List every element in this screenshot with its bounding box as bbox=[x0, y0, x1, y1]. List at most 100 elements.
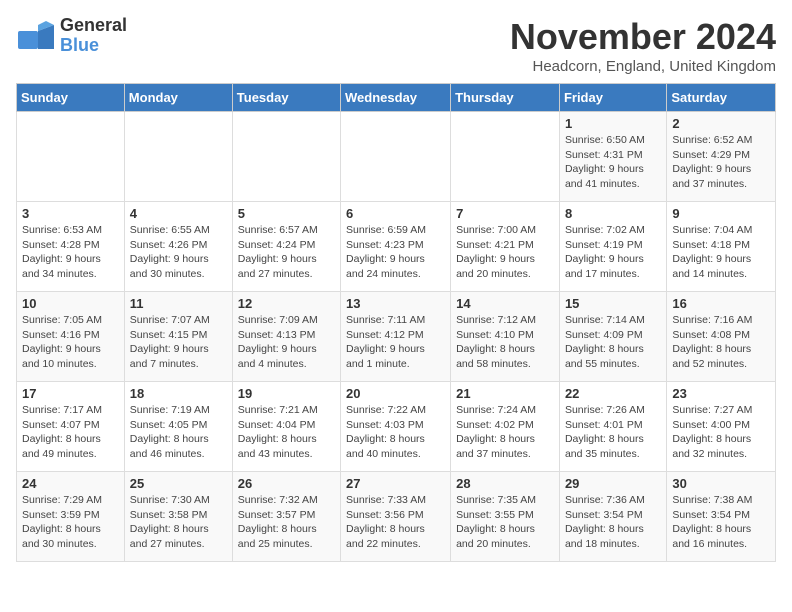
calendar-cell: 3 Sunrise: 6:53 AM Sunset: 4:28 PM Daylig… bbox=[17, 202, 125, 292]
day-info: Sunrise: 7:30 AM Sunset: 3:58 PM Dayligh… bbox=[130, 493, 227, 552]
day-number: 7 bbox=[456, 206, 554, 221]
page-header: General Blue November 2024 Headcorn, Eng… bbox=[16, 16, 776, 75]
day-number: 11 bbox=[130, 296, 227, 311]
calendar-cell: 4Sunrise: 6:55 AM Sunset: 4:26 PM Daylig… bbox=[124, 202, 232, 292]
day-info: Sunrise: 7:35 AM Sunset: 3:55 PM Dayligh… bbox=[456, 493, 554, 552]
weekday-header-friday: Friday bbox=[559, 84, 666, 112]
day-number: 15 bbox=[565, 296, 661, 311]
calendar-cell: 12 Sunrise: 7:09 AM Sunset: 4:13 PM Dayli… bbox=[232, 292, 340, 382]
day-number: 26 bbox=[238, 476, 335, 491]
day-number: 4 bbox=[130, 206, 227, 221]
day-info: Sunrise: 7:32 AM Sunset: 3:57 PM Dayligh… bbox=[238, 493, 335, 552]
calendar-cell: 13 Sunrise: 7:11 AM Sunset: 4:12 PM Dayli… bbox=[341, 292, 451, 382]
day-number: 3 bbox=[22, 206, 119, 221]
day-number: 20 bbox=[346, 386, 445, 401]
weekday-header-saturday: Saturday bbox=[667, 84, 776, 112]
logo-blue: Blue bbox=[60, 36, 127, 56]
day-info: Sunrise: 7:05 AM Sunset: 4:16 PM Dayligh… bbox=[22, 313, 119, 372]
calendar-cell: 27Sunrise: 7:33 AM Sunset: 3:56 PM Dayli… bbox=[341, 472, 451, 562]
day-info: Sunrise: 7:12 AM Sunset: 4:10 PM Dayligh… bbox=[456, 313, 554, 372]
calendar-cell: 16 Sunrise: 7:16 AM Sunset: 4:08 PM Dayli… bbox=[667, 292, 776, 382]
calendar-cell: 19Sunrise: 7:21 AM Sunset: 4:04 PM Dayli… bbox=[232, 382, 340, 472]
day-number: 2 bbox=[672, 116, 770, 131]
calendar-cell bbox=[451, 112, 560, 202]
calendar-cell: 11 Sunrise: 7:07 AM Sunset: 4:15 PM Dayli… bbox=[124, 292, 232, 382]
day-info: Sunrise: 6:59 AM Sunset: 4:23 PM Dayligh… bbox=[346, 223, 445, 282]
day-info: Sunrise: 7:38 AM Sunset: 3:54 PM Dayligh… bbox=[672, 493, 770, 552]
calendar-cell: 15 Sunrise: 7:14 AM Sunset: 4:09 PM Dayli… bbox=[559, 292, 666, 382]
calendar-header-row: SundayMondayTuesdayWednesdayThursdayFrid… bbox=[17, 84, 776, 112]
calendar-cell bbox=[341, 112, 451, 202]
day-number: 18 bbox=[130, 386, 227, 401]
weekday-header-monday: Monday bbox=[124, 84, 232, 112]
day-number: 24 bbox=[22, 476, 119, 491]
day-number: 16 bbox=[672, 296, 770, 311]
calendar-cell: 24 Sunrise: 7:29 AM Sunset: 3:59 PM Dayli… bbox=[17, 472, 125, 562]
title-area: November 2024 Headcorn, England, United … bbox=[510, 16, 776, 75]
weekday-header-thursday: Thursday bbox=[451, 84, 560, 112]
calendar-cell: 28Sunrise: 7:35 AM Sunset: 3:55 PM Dayli… bbox=[451, 472, 560, 562]
calendar-cell: 9 Sunrise: 7:04 AM Sunset: 4:18 PM Daylig… bbox=[667, 202, 776, 292]
calendar-cell: 18 Sunrise: 7:19 AM Sunset: 4:05 PM Dayli… bbox=[124, 382, 232, 472]
day-info: Sunrise: 7:22 AM Sunset: 4:03 PM Dayligh… bbox=[346, 403, 445, 462]
calendar-cell bbox=[232, 112, 340, 202]
day-info: Sunrise: 6:52 AM Sunset: 4:29 PM Dayligh… bbox=[672, 133, 770, 192]
calendar-cell: 30 Sunrise: 7:38 AM Sunset: 3:54 PM Dayli… bbox=[667, 472, 776, 562]
day-info: Sunrise: 6:53 AM Sunset: 4:28 PM Dayligh… bbox=[22, 223, 119, 282]
calendar-cell: 20 Sunrise: 7:22 AM Sunset: 4:03 PM Dayli… bbox=[341, 382, 451, 472]
weekday-header-sunday: Sunday bbox=[17, 84, 125, 112]
calendar-table: SundayMondayTuesdayWednesdayThursdayFrid… bbox=[16, 83, 776, 562]
day-info: Sunrise: 7:14 AM Sunset: 4:09 PM Dayligh… bbox=[565, 313, 661, 372]
day-info: Sunrise: 7:07 AM Sunset: 4:15 PM Dayligh… bbox=[130, 313, 227, 372]
day-info: Sunrise: 6:57 AM Sunset: 4:24 PM Dayligh… bbox=[238, 223, 335, 282]
day-number: 12 bbox=[238, 296, 335, 311]
calendar-cell: 1 Sunrise: 6:50 AM Sunset: 4:31 PM Daylig… bbox=[559, 112, 666, 202]
calendar-cell: 29 Sunrise: 7:36 AM Sunset: 3:54 PM Dayli… bbox=[559, 472, 666, 562]
day-number: 14 bbox=[456, 296, 554, 311]
calendar-cell: 22 Sunrise: 7:26 AM Sunset: 4:01 PM Dayli… bbox=[559, 382, 666, 472]
day-info: Sunrise: 7:29 AM Sunset: 3:59 PM Dayligh… bbox=[22, 493, 119, 552]
day-info: Sunrise: 7:04 AM Sunset: 4:18 PM Dayligh… bbox=[672, 223, 770, 282]
day-number: 5 bbox=[238, 206, 335, 221]
day-number: 30 bbox=[672, 476, 770, 491]
logo: General Blue bbox=[16, 16, 127, 56]
day-info: Sunrise: 7:19 AM Sunset: 4:05 PM Dayligh… bbox=[130, 403, 227, 462]
day-info: Sunrise: 7:27 AM Sunset: 4:00 PM Dayligh… bbox=[672, 403, 770, 462]
day-number: 17 bbox=[22, 386, 119, 401]
calendar-cell: 21Sunrise: 7:24 AM Sunset: 4:02 PM Dayli… bbox=[451, 382, 560, 472]
day-info: Sunrise: 7:11 AM Sunset: 4:12 PM Dayligh… bbox=[346, 313, 445, 372]
day-info: Sunrise: 7:26 AM Sunset: 4:01 PM Dayligh… bbox=[565, 403, 661, 462]
day-number: 29 bbox=[565, 476, 661, 491]
day-info: Sunrise: 7:21 AM Sunset: 4:04 PM Dayligh… bbox=[238, 403, 335, 462]
calendar-cell: 7Sunrise: 7:00 AM Sunset: 4:21 PM Daylig… bbox=[451, 202, 560, 292]
day-number: 9 bbox=[672, 206, 770, 221]
day-info: Sunrise: 7:09 AM Sunset: 4:13 PM Dayligh… bbox=[238, 313, 335, 372]
day-number: 25 bbox=[130, 476, 227, 491]
day-number: 23 bbox=[672, 386, 770, 401]
logo-icon bbox=[16, 21, 56, 51]
day-number: 22 bbox=[565, 386, 661, 401]
day-info: Sunrise: 6:50 AM Sunset: 4:31 PM Dayligh… bbox=[565, 133, 661, 192]
day-info: Sunrise: 7:16 AM Sunset: 4:08 PM Dayligh… bbox=[672, 313, 770, 372]
day-info: Sunrise: 7:24 AM Sunset: 4:02 PM Dayligh… bbox=[456, 403, 554, 462]
calendar-week-2: 3 Sunrise: 6:53 AM Sunset: 4:28 PM Daylig… bbox=[17, 202, 776, 292]
month-title: November 2024 bbox=[510, 16, 776, 58]
day-number: 13 bbox=[346, 296, 445, 311]
location: Headcorn, England, United Kingdom bbox=[510, 58, 776, 75]
day-info: Sunrise: 7:36 AM Sunset: 3:54 PM Dayligh… bbox=[565, 493, 661, 552]
calendar-cell bbox=[17, 112, 125, 202]
calendar-cell: 23 Sunrise: 7:27 AM Sunset: 4:00 PM Dayli… bbox=[667, 382, 776, 472]
calendar-cell bbox=[124, 112, 232, 202]
day-number: 27 bbox=[346, 476, 445, 491]
calendar-cell: 2 Sunrise: 6:52 AM Sunset: 4:29 PM Daylig… bbox=[667, 112, 776, 202]
calendar-cell: 17Sunrise: 7:17 AM Sunset: 4:07 PM Dayli… bbox=[17, 382, 125, 472]
calendar-cell: 10 Sunrise: 7:05 AM Sunset: 4:16 PM Dayli… bbox=[17, 292, 125, 382]
day-number: 1 bbox=[565, 116, 661, 131]
calendar-week-5: 24 Sunrise: 7:29 AM Sunset: 3:59 PM Dayli… bbox=[17, 472, 776, 562]
weekday-header-tuesday: Tuesday bbox=[232, 84, 340, 112]
calendar-week-3: 10 Sunrise: 7:05 AM Sunset: 4:16 PM Dayli… bbox=[17, 292, 776, 382]
calendar-cell: 25 Sunrise: 7:30 AM Sunset: 3:58 PM Dayli… bbox=[124, 472, 232, 562]
calendar-cell: 5 Sunrise: 6:57 AM Sunset: 4:24 PM Daylig… bbox=[232, 202, 340, 292]
calendar-cell: 8Sunrise: 7:02 AM Sunset: 4:19 PM Daylig… bbox=[559, 202, 666, 292]
day-number: 10 bbox=[22, 296, 119, 311]
